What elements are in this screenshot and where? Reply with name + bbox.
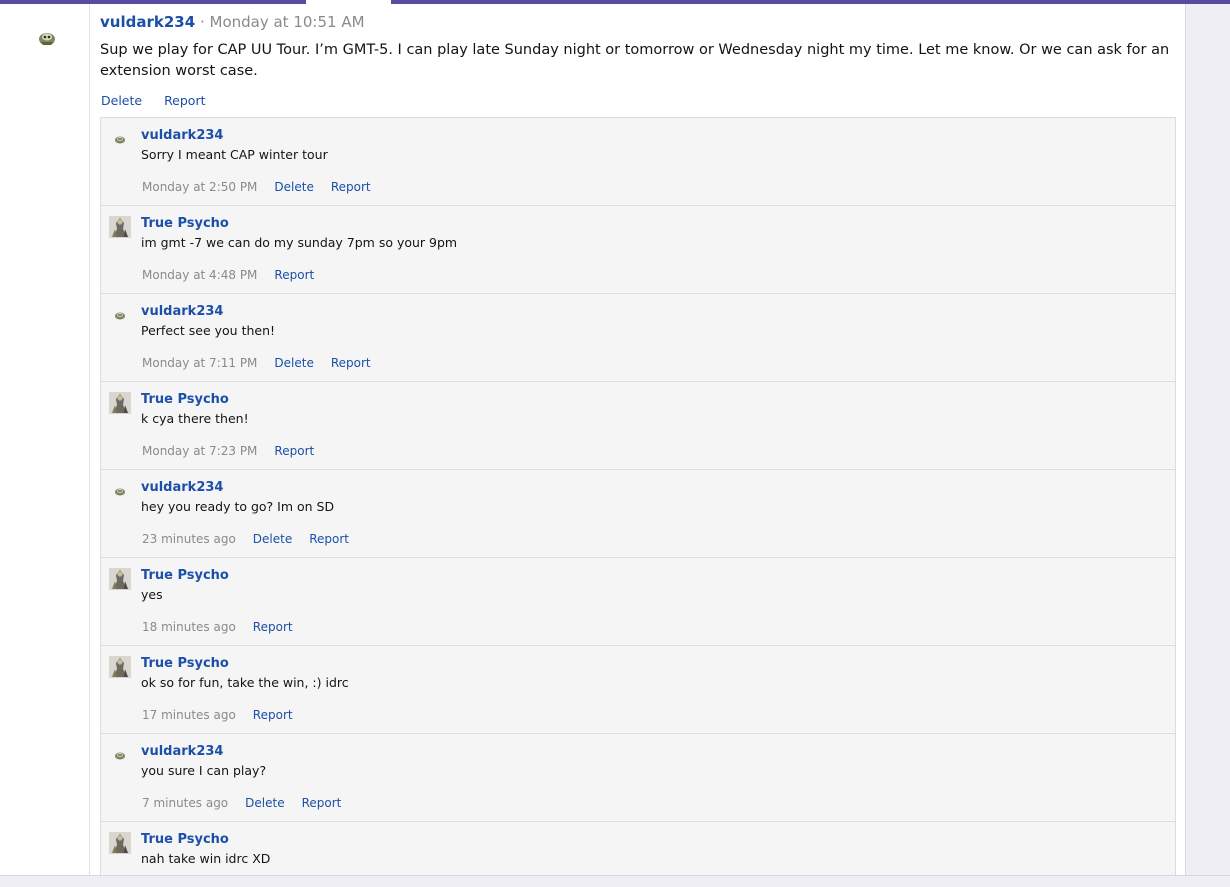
comment-delete-link[interactable]: Delete [274,356,313,370]
comment-text: Sorry I meant CAP winter tour [141,147,328,162]
comment-meta: Monday at 2:50 PM Delete Report [142,180,388,194]
comment-meta: Monday at 7:11 PM Delete Report [142,356,388,370]
comment-author-link[interactable]: vuldark234 [141,744,223,759]
comment-report-link[interactable]: Report [331,356,371,370]
avatar-column [0,4,90,875]
comment-author-link[interactable]: vuldark234 [141,480,223,495]
comment-author-link[interactable]: True Psycho [141,392,229,407]
comment-timestamp[interactable]: 18 minutes ago [142,620,236,634]
comment-timestamp[interactable]: 17 minutes ago [142,708,236,722]
profile-post-container: vuldark234 · Monday at 10:51 AM Sup we p… [0,4,1186,875]
post-actions: Delete Report [101,93,224,108]
comment-author-link[interactable]: vuldark234 [141,304,223,319]
comment-timestamp[interactable]: 7 minutes ago [142,796,228,810]
comment-report-link[interactable]: Report [253,620,293,634]
post-author-link[interactable]: vuldark234 [100,13,195,31]
comment-author-link[interactable]: True Psycho [141,656,229,671]
comment-text: k cya there then! [141,411,249,426]
comment-list: vuldark234 Sorry I meant CAP winter tour M… [100,117,1176,875]
comment-delete-link[interactable]: Delete [274,180,313,194]
comment-timestamp[interactable]: 23 minutes ago [142,532,236,546]
comment-report-link[interactable]: Report [309,532,349,546]
comment-delete-link[interactable]: Delete [253,532,292,546]
post-delete-link[interactable]: Delete [101,93,142,108]
comment-item: True Psycho k cya there then! Monday at 7:… [101,382,1175,470]
comment-text: ok so for fun, take the win, :) idrc [141,675,349,690]
comment-meta: 18 minutes ago Report [142,620,310,634]
vuldark-avatar-icon[interactable] [108,743,132,767]
vuldark-avatar-icon[interactable] [108,127,132,151]
comment-author-link[interactable]: vuldark234 [141,128,223,143]
comment-author-link[interactable]: True Psycho [141,832,229,847]
post-header: vuldark234 · Monday at 10:51 AM [100,13,365,31]
post-report-link[interactable]: Report [164,93,205,108]
comment-author-link[interactable]: True Psycho [141,568,229,583]
comment-text: yes [141,587,163,602]
comment-text: hey you ready to go? Im on SD [141,499,335,514]
comment-text: you sure I can play? [141,763,267,778]
comment-text: Perfect see you then! [141,323,276,338]
true-psycho-avatar-icon[interactable] [108,655,132,679]
comment-meta: 17 minutes ago Report [142,708,310,722]
comment-report-link[interactable]: Report [331,180,371,194]
comment-item: vuldark234 hey you ready to go? Im on SD 2… [101,470,1175,558]
comment-item: True Psycho ok so for fun, take the win, … [101,646,1175,734]
comment-timestamp[interactable]: Monday at 4:48 PM [142,268,257,282]
vuldark-avatar-icon[interactable] [37,28,57,48]
comment-meta: Monday at 4:48 PM Report [142,268,331,282]
comment-timestamp[interactable]: Monday at 7:23 PM [142,444,257,458]
comment-meta: 23 minutes ago Delete Report [142,532,366,546]
comment-timestamp[interactable]: Monday at 7:11 PM [142,356,257,370]
comment-item: True Psycho nah take win idrc XD [101,822,1175,875]
comment-item: True Psycho im gmt -7 we can do my sunday… [101,206,1175,294]
comment-item: vuldark234 Perfect see you then! Monday at… [101,294,1175,382]
comment-report-link[interactable]: Report [302,796,342,810]
comment-report-link[interactable]: Report [274,444,314,458]
true-psycho-avatar-icon[interactable] [108,831,132,855]
vuldark-avatar-icon[interactable] [108,303,132,327]
comment-timestamp[interactable]: Monday at 2:50 PM [142,180,257,194]
post-timestamp[interactable]: Monday at 10:51 AM [210,13,365,31]
vuldark-avatar-icon[interactable] [108,479,132,503]
true-psycho-avatar-icon[interactable] [108,567,132,591]
bottom-bar [0,875,1230,887]
true-psycho-avatar-icon[interactable] [108,215,132,239]
comment-delete-link[interactable]: Delete [245,796,284,810]
comment-text: im gmt -7 we can do my sunday 7pm so you… [141,235,458,250]
comment-author-link[interactable]: True Psycho [141,216,229,231]
comment-text: nah take win idrc XD [141,851,271,866]
post-body: Sup we play for CAP UU Tour. I’m GMT-5. … [100,42,1170,79]
comment-meta: 7 minutes ago Delete Report [142,796,358,810]
comment-item: True Psycho yes 18 minutes ago Report [101,558,1175,646]
comment-item: vuldark234 you sure I can play? 7 minutes … [101,734,1175,822]
comment-report-link[interactable]: Report [253,708,293,722]
comment-report-link[interactable]: Report [274,268,314,282]
post-separator: · [199,13,205,31]
comment-meta: Monday at 7:23 PM Report [142,444,331,458]
true-psycho-avatar-icon[interactable] [108,391,132,415]
comment-item: vuldark234 Sorry I meant CAP winter tour M… [101,118,1175,206]
